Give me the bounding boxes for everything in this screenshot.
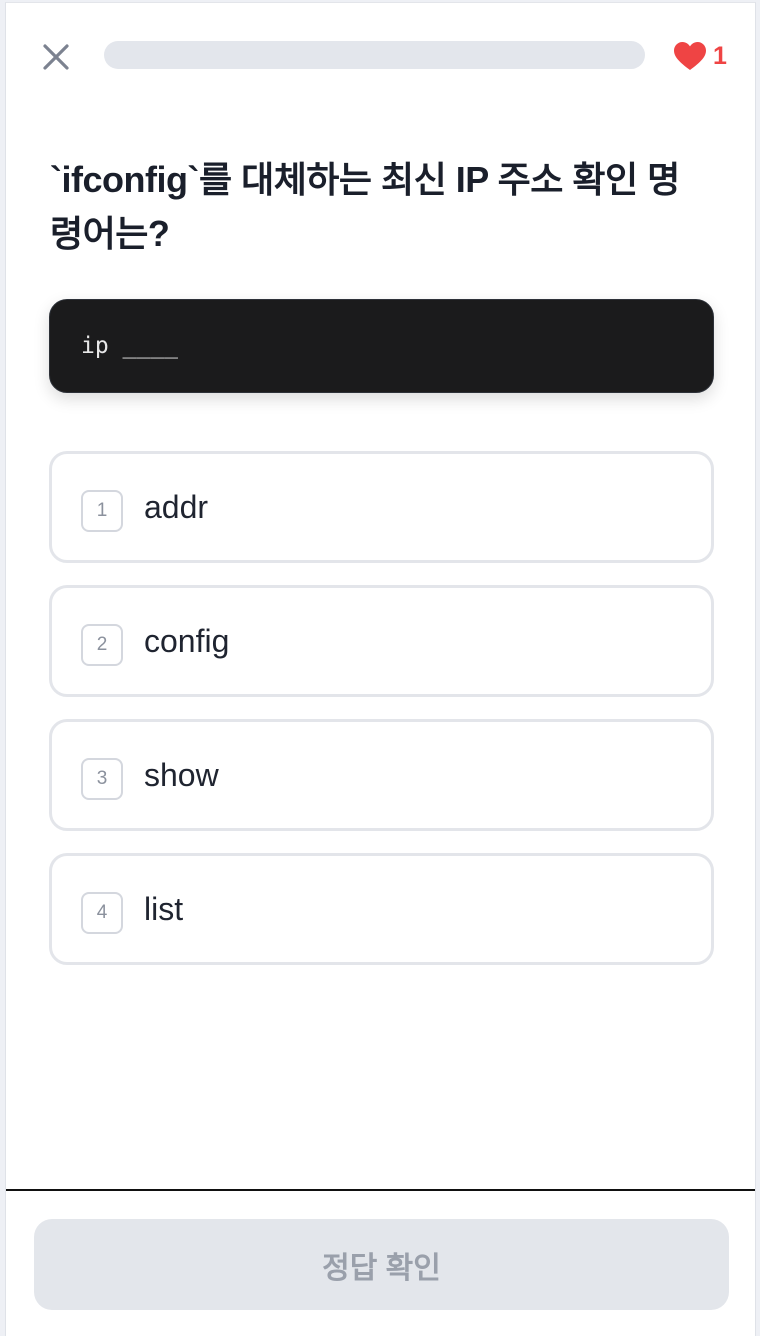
footer-divider <box>6 1189 755 1191</box>
answer-option-3[interactable]: 3 show <box>49 719 714 831</box>
heart-icon <box>674 42 706 70</box>
close-button[interactable] <box>36 37 76 77</box>
quiz-screen: 1 `ifconfig`를 대체하는 최신 IP 주소 확인 명령어는? ip … <box>5 2 756 1336</box>
progress-bar <box>104 41 645 69</box>
code-block: ip ____ <box>49 299 714 393</box>
lives-indicator: 1 <box>673 40 727 72</box>
top-bar: 1 <box>6 3 755 103</box>
close-icon <box>43 44 69 70</box>
option-number-badge: 2 <box>81 624 123 666</box>
code-snippet: ip ____ <box>81 333 178 359</box>
option-label: list <box>144 890 184 927</box>
question-text: `ifconfig`를 대체하는 최신 IP 주소 확인 명령어는? <box>50 159 680 254</box>
option-number-badge: 3 <box>81 758 123 800</box>
answer-options: 1 addr 2 config 3 show 4 list <box>49 451 714 987</box>
option-number-badge: 4 <box>81 892 123 934</box>
answer-option-2[interactable]: 2 config <box>49 585 714 697</box>
option-label: config <box>144 622 230 659</box>
option-label: addr <box>144 488 209 525</box>
answer-option-1[interactable]: 1 addr <box>49 451 714 563</box>
answer-option-4[interactable]: 4 list <box>49 853 714 965</box>
option-number-badge: 1 <box>81 490 123 532</box>
check-answer-button[interactable]: 정답 확인 <box>34 1219 729 1310</box>
lives-count: 1 <box>713 42 727 70</box>
option-label: show <box>144 756 219 793</box>
